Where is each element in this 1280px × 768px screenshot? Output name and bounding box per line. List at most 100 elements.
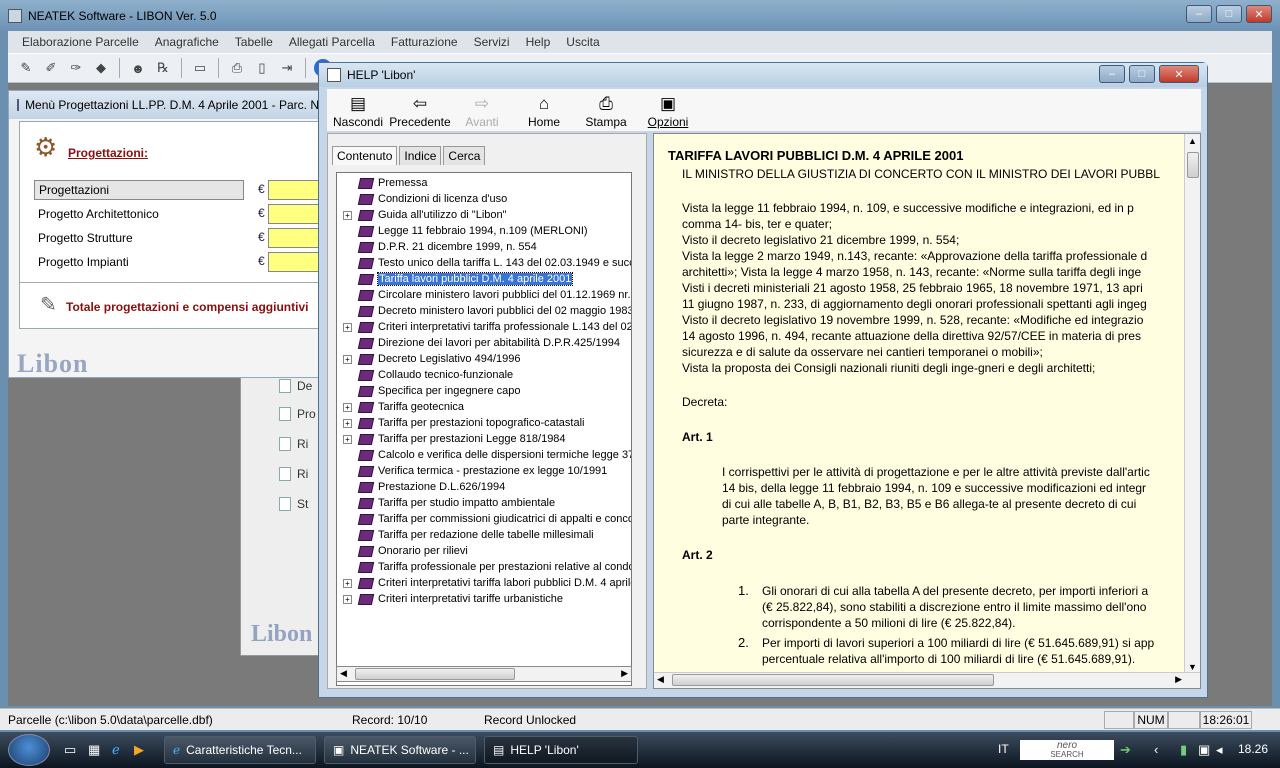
language-indicator[interactable]: IT xyxy=(998,742,1009,756)
tree-item-label[interactable]: Onorario per rilievi xyxy=(378,545,468,557)
tree-item[interactable]: Onorario per rilievi xyxy=(337,543,631,559)
bg-item[interactable]: St xyxy=(297,497,308,511)
tree-item-label[interactable]: Circolare ministero lavori pubblici del … xyxy=(378,289,631,301)
totale-label[interactable]: Totale progettazioni e compensi aggiunti… xyxy=(66,300,308,314)
tree-item-label[interactable]: Tariffa per redazione delle tabelle mill… xyxy=(378,529,594,541)
ie-icon[interactable]: ℯ xyxy=(112,742,120,758)
menu-help[interactable]: Help xyxy=(518,35,559,49)
tree-item[interactable]: Direzione dei lavori per abitabilità D.P… xyxy=(337,335,631,351)
chevron-left-icon[interactable]: ‹ xyxy=(1154,742,1158,757)
tree-item-label[interactable]: Criteri interpretativi tariffa professio… xyxy=(378,321,631,333)
menu-anagrafiche[interactable]: Anagrafiche xyxy=(147,35,227,49)
home-button[interactable]: ⌂ Home xyxy=(513,93,575,129)
document-icon[interactable]: ▯ xyxy=(252,58,272,78)
tree-item[interactable]: Tariffa per redazione delle tabelle mill… xyxy=(337,527,631,543)
menu-servizi[interactable]: Servizi xyxy=(466,35,518,49)
bg-item[interactable]: Ri xyxy=(297,437,308,451)
tree-item-label[interactable]: Tariffa per commissioni giudicatrici di … xyxy=(378,513,631,525)
media-player-icon[interactable]: ▶ xyxy=(134,742,144,758)
clock[interactable]: 18.26 xyxy=(1238,742,1268,756)
tree-item-label[interactable]: Tariffa per prestazioni Legge 818/1984 xyxy=(378,433,566,445)
menu-tabelle[interactable]: Tabelle xyxy=(227,35,281,49)
tree-item[interactable]: Tariffa lavori pubblici D.M. 4 aprile 20… xyxy=(337,271,631,287)
expand-icon[interactable]: + xyxy=(343,578,352,588)
start-button[interactable] xyxy=(8,734,50,766)
tree-item[interactable]: Premessa xyxy=(337,175,631,191)
scroll-thumb[interactable] xyxy=(672,674,994,686)
progetto-strutture-label[interactable]: Progetto Strutture xyxy=(38,228,133,248)
menu-allegati-parcella[interactable]: Allegati Parcella xyxy=(281,35,383,49)
tree-item-label[interactable]: Specifica per ingegnere capo xyxy=(378,385,520,397)
help-close-button[interactable]: ✕ xyxy=(1159,65,1199,83)
tree-item-label[interactable]: Testo unico della tariffa L. 143 del 02.… xyxy=(378,257,631,269)
tree-item[interactable]: Tariffa per commissioni giudicatrici di … xyxy=(337,511,631,527)
tree-item-label[interactable]: Decreto ministero lavori pubblici del 02… xyxy=(378,305,631,317)
tree-item[interactable]: + Guida all'utilizzo di "Libon" xyxy=(337,207,631,223)
printer-icon[interactable]: ⎙ xyxy=(227,58,247,78)
task-help-libon[interactable]: ▤ HELP 'Libon' xyxy=(484,736,638,764)
menu-uscita[interactable]: Uscita xyxy=(558,35,607,49)
close-button[interactable]: ✕ xyxy=(1246,5,1272,23)
scroll-thumb[interactable] xyxy=(355,668,515,680)
tree-item[interactable]: Specifica per ingegnere capo xyxy=(337,383,631,399)
expand-icon[interactable]: + xyxy=(343,402,352,412)
tree-item-label[interactable]: Calcolo e verifica delle dispersioni ter… xyxy=(378,449,631,461)
tree-item[interactable]: Legge 11 febbraio 1994, n.109 (MERLONI) xyxy=(337,223,631,239)
help-minimize-button[interactable]: – xyxy=(1099,65,1125,83)
opzioni-button[interactable]: ▣ Opzioni xyxy=(637,93,699,129)
tree-item-label[interactable]: Tariffa professionale per prestazioni re… xyxy=(378,561,631,573)
tree-horizontal-scrollbar[interactable]: ◀ ▶ xyxy=(336,666,632,682)
maximize-button[interactable]: □ xyxy=(1216,5,1242,23)
tree-item[interactable]: + Tariffa per prestazioni Legge 818/1984 xyxy=(337,431,631,447)
tree-item-label[interactable]: Direzione dei lavori per abitabilità D.P… xyxy=(378,337,620,349)
expand-icon[interactable]: + xyxy=(343,434,352,444)
tree-item-label[interactable]: Tariffa per studio impatto ambientale xyxy=(378,497,555,509)
tree-item-label[interactable]: Verifica termica - prestazione ex legge … xyxy=(378,465,607,477)
expand-icon[interactable]: + xyxy=(343,210,352,220)
avanti-button[interactable]: ⇨ Avanti xyxy=(451,93,513,129)
tab-contenuto[interactable]: Contenuto xyxy=(332,146,398,165)
tree-item[interactable]: Tariffa professionale per prestazioni re… xyxy=(337,559,631,575)
expand-icon[interactable]: + xyxy=(343,322,352,332)
network-icon[interactable]: ▣ xyxy=(1198,742,1210,758)
task-neatek[interactable]: ▣ NEATEK Software - ... xyxy=(324,736,476,764)
menu-fatturazione[interactable]: Fatturazione xyxy=(383,35,466,49)
menu-elaborazione-parcelle[interactable]: Elaborazione Parcelle xyxy=(14,35,147,49)
exit-icon[interactable]: ⇥ xyxy=(277,58,297,78)
scroll-left-icon[interactable]: ◀ xyxy=(657,674,664,685)
tree-item[interactable]: + Criteri interpretativi tariffa labori p… xyxy=(337,575,631,591)
tree-item[interactable]: + Criteri interpretativi tariffa professi… xyxy=(337,319,631,335)
tree-item[interactable]: Calcolo e verifica delle dispersioni ter… xyxy=(337,447,631,463)
tray-icon[interactable]: ▮ xyxy=(1180,742,1187,758)
users-icon[interactable]: ☻ xyxy=(128,58,148,78)
tree-item[interactable]: Collaudo tecnico-funzionale xyxy=(337,367,631,383)
expand-icon[interactable]: + xyxy=(343,418,352,428)
precedente-button[interactable]: ⇦ Precedente xyxy=(389,93,451,129)
tree-item-label[interactable]: Guida all'utilizzo di "Libon" xyxy=(378,209,507,221)
tree-item[interactable]: Tariffa per studio impatto ambientale xyxy=(337,495,631,511)
search-go-icon[interactable]: ➔ xyxy=(1120,742,1131,758)
tree-item-label[interactable]: Tariffa lavori pubblici D.M. 4 aprile 20… xyxy=(376,272,574,286)
content-vertical-scrollbar[interactable]: ▲ ▼ xyxy=(1184,134,1200,674)
expand-icon[interactable]: + xyxy=(343,594,352,604)
tree-item-label[interactable]: Decreto Legislativo 494/1996 xyxy=(378,353,520,365)
tree-item-label[interactable]: Criteri interpretativi tariffa labori pu… xyxy=(378,577,631,589)
tree-item[interactable]: D.P.R. 21 dicembre 1999, n. 554 xyxy=(337,239,631,255)
tool2-icon[interactable]: ✑ xyxy=(66,58,86,78)
tool-icon[interactable]: ✐ xyxy=(41,58,61,78)
expand-icon[interactable]: + xyxy=(343,354,352,364)
tree-item[interactable]: + Tariffa geotecnica xyxy=(337,399,631,415)
content-horizontal-scrollbar[interactable]: ◀ ▶ xyxy=(654,672,1200,688)
tree-item[interactable]: Verifica termica - prestazione ex legge … xyxy=(337,463,631,479)
bg-item[interactable]: Ri xyxy=(297,467,308,481)
progettazioni-button[interactable]: Progettazioni xyxy=(34,180,244,200)
nascondi-button[interactable]: ▤ Nascondi xyxy=(327,93,389,129)
tree-item[interactable]: Condizioni di licenza d'uso xyxy=(337,191,631,207)
scroll-left-icon[interactable]: ◀ xyxy=(340,668,347,679)
tree-item[interactable]: + Decreto Legislativo 494/1996 xyxy=(337,351,631,367)
scroll-up-icon[interactable]: ▲ xyxy=(1188,136,1197,146)
nero-search-box[interactable]: nero SEARCH xyxy=(1020,740,1114,760)
tree-item-label[interactable]: Collaudo tecnico-funzionale xyxy=(378,369,513,381)
tab-cerca[interactable]: Cerca xyxy=(443,146,486,165)
bg-item[interactable]: De xyxy=(297,379,312,393)
